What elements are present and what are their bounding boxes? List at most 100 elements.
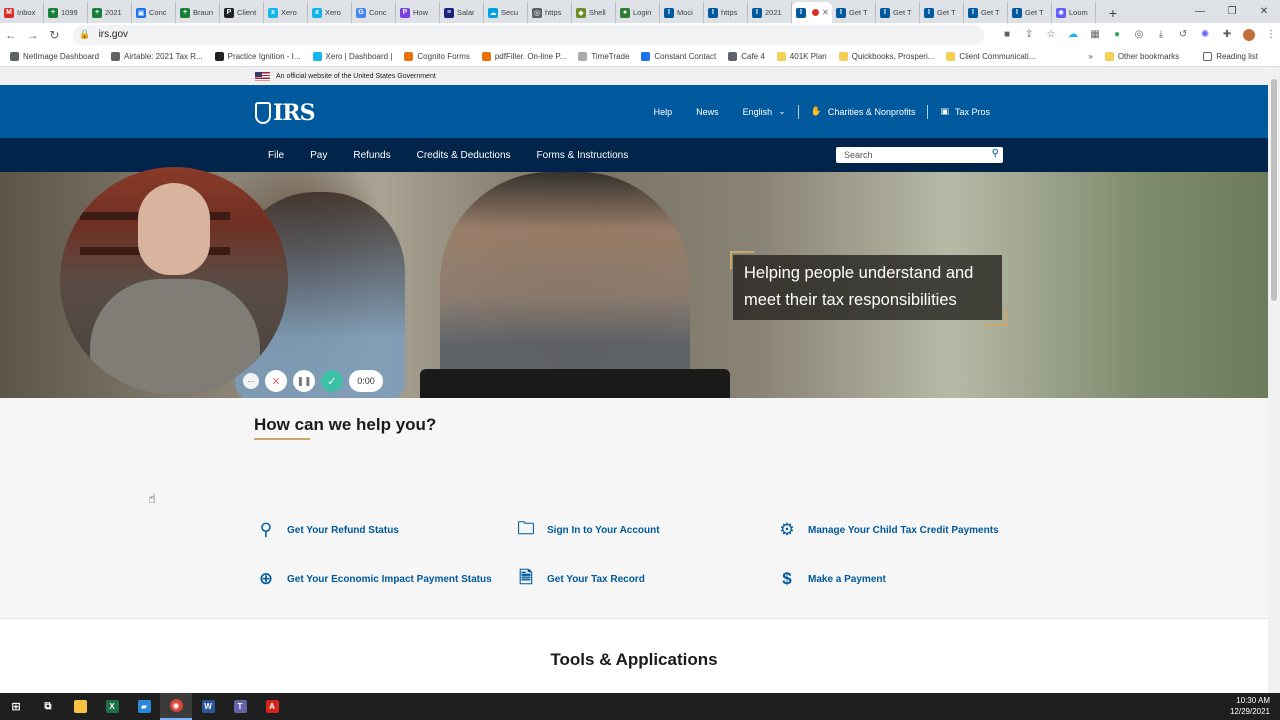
nav-item[interactable]: Refunds <box>340 150 403 161</box>
browser-tab[interactable]: I Get T <box>876 2 920 23</box>
webcam-bubble[interactable] <box>60 167 288 395</box>
close-tab-icon[interactable]: ✕ <box>822 8 829 17</box>
help-link[interactable]: $ Make a Payment <box>776 568 886 590</box>
browser-tab[interactable]: ● Login <box>616 2 660 23</box>
browser-tab[interactable]: Ihttps <box>704 2 748 23</box>
bookmark-item[interactable]: Client Communicati... <box>946 51 1035 61</box>
file-explorer-icon[interactable] <box>64 693 96 720</box>
handshake-icon: ✋ <box>810 106 822 116</box>
help-link[interactable]: 🗎 Get Your Tax Record <box>515 568 645 590</box>
browser-tab[interactable]: +2021 <box>88 2 132 23</box>
browser-tab[interactable]: ☁ Secu <box>484 2 528 23</box>
bookmark-item[interactable]: Quickbooks, Prosperi... <box>838 51 934 61</box>
bookmark-item[interactable]: NetImage Dashboard <box>10 51 99 61</box>
loom-extension-icon[interactable]: ✺ <box>1196 26 1214 44</box>
nav-item[interactable]: Credits & Deductions <box>404 150 524 161</box>
bookmark-item[interactable]: pdfFiller. On-line P... <box>481 51 566 61</box>
browser-tab[interactable]: I Moci <box>660 2 704 23</box>
help-link[interactable]: ⊕ Get Your Economic Impact Payment Status <box>255 568 492 590</box>
start-button[interactable]: ⊞ <box>0 693 32 720</box>
chrome-icon[interactable]: ◉ <box>160 693 192 720</box>
extension-icon[interactable]: ▦ <box>1086 26 1104 44</box>
browser-tab[interactable]: I Get T <box>920 2 964 23</box>
browser-tab[interactable]: + Braun <box>176 2 220 23</box>
bookmark-item[interactable]: TimeTrade <box>578 51 629 61</box>
more-options-icon[interactable]: ··· <box>243 373 259 389</box>
reload-icon[interactable]: ↻ <box>44 24 66 46</box>
page-scrollbar[interactable] <box>1268 67 1280 693</box>
lock-icon[interactable]: 🔒 <box>79 29 90 40</box>
kebab-menu-icon[interactable]: ⋮ <box>1262 26 1280 44</box>
address-bar[interactable]: 🔒 irs.gov <box>73 24 985 45</box>
chat-extension-icon[interactable]: ● <box>1108 26 1126 44</box>
cloud-extension-icon[interactable]: ☁ <box>1064 26 1082 44</box>
acrobat-icon[interactable]: A <box>256 693 288 720</box>
star-icon[interactable]: ☆ <box>1042 26 1060 44</box>
help-link[interactable]: ⚲ Get Your Refund Status <box>255 519 399 541</box>
download-icon[interactable]: ⤓ <box>1152 26 1170 44</box>
browser-tab[interactable]: I Get T <box>832 2 876 23</box>
browser-tab[interactable]: ◆ Shell <box>572 2 616 23</box>
browser-tab[interactable]: P How <box>396 2 440 23</box>
teams-icon[interactable]: T <box>224 693 256 720</box>
pause-recording-button[interactable]: ❚❚ <box>293 370 315 392</box>
irs-logo[interactable]: IRS <box>255 100 315 126</box>
browser-tab[interactable]: x Xero <box>264 2 308 23</box>
puzzle-icon[interactable]: ✚ <box>1218 26 1236 44</box>
profile-avatar[interactable] <box>1240 26 1258 44</box>
browser-tab[interactable]: G Conc <box>352 2 396 23</box>
lens-extension-icon[interactable]: ◎ <box>1130 26 1148 44</box>
bookmark-item[interactable]: Cafe 4 <box>728 51 765 61</box>
cancel-recording-button[interactable]: ✕ <box>265 370 287 392</box>
finish-recording-button[interactable]: ✓ <box>321 370 343 392</box>
help-link[interactable]: ⚙ Manage Your Child Tax Credit Payments <box>776 519 998 541</box>
bookmark-item[interactable]: Practice Ignition - I... <box>214 51 301 61</box>
news-link[interactable]: News <box>684 107 731 117</box>
browser-tab[interactable]: P Client <box>220 2 264 23</box>
help-link[interactable]: 🗀 Sign In to Your Account <box>515 519 660 541</box>
task-view-button[interactable]: ⧉ <box>32 693 64 720</box>
help-link[interactable]: Help <box>642 107 685 117</box>
browser-tab[interactable]: +1099 <box>44 2 88 23</box>
bookmark-item[interactable]: Xero | Dashboard | <box>312 51 392 61</box>
close-window-icon[interactable]: ✕ <box>1248 0 1280 23</box>
browser-tab[interactable]: I ✕ <box>792 2 832 23</box>
excel-icon[interactable]: X <box>96 693 128 720</box>
tax-pros-link[interactable]: ▣ Tax Pros <box>928 106 1002 117</box>
browser-tab[interactable]: I Get T <box>1008 2 1052 23</box>
browser-tab[interactable]: I 2021 <box>748 2 792 23</box>
camera-icon[interactable]: ■ <box>998 26 1016 44</box>
search-icon[interactable]: ⚲ <box>992 148 999 159</box>
minimize-icon[interactable]: — <box>1184 0 1216 23</box>
bookmarks-overflow-icon[interactable]: » <box>1088 52 1092 61</box>
remote-desktop-icon[interactable]: ▰ <box>128 693 160 720</box>
language-select[interactable]: English ⌄ <box>731 106 798 117</box>
back-icon[interactable]: ← <box>0 24 22 46</box>
new-tab-button[interactable]: + <box>1102 2 1124 23</box>
browser-tab[interactable]: ▣ Conc <box>132 2 176 23</box>
bookmark-item[interactable]: 401K Plan <box>776 51 827 61</box>
browser-tab[interactable]: x Xero <box>308 2 352 23</box>
loop-extension-icon[interactable]: ↺ <box>1174 26 1192 44</box>
browser-tab[interactable]: ✺ Loom <box>1052 2 1096 23</box>
bookmark-item[interactable]: Cognito Forms <box>404 51 470 61</box>
browser-tab[interactable]: ◎ https <box>528 2 572 23</box>
nav-item[interactable]: Forms & Instructions <box>524 150 642 161</box>
nav-item[interactable]: Pay <box>297 150 340 161</box>
scrollbar-thumb[interactable] <box>1271 79 1277 301</box>
system-clock[interactable]: 10:30 AM 12/29/2021 <box>1230 695 1270 717</box>
restore-icon[interactable]: ❐ <box>1216 0 1248 23</box>
share-icon[interactable]: ⇪ <box>1020 26 1038 44</box>
nav-item[interactable]: File <box>255 150 297 161</box>
word-icon[interactable]: W <box>192 693 224 720</box>
other-bookmarks[interactable]: Other bookmarks <box>1104 51 1179 61</box>
bookmark-item[interactable]: Airtable: 2021 Tax R... <box>111 51 203 61</box>
forward-icon[interactable]: → <box>22 24 44 46</box>
search-input[interactable]: Search ⚲ <box>836 147 1003 163</box>
bookmark-item[interactable]: Constant Contact <box>641 51 716 61</box>
browser-tab[interactable]: M Inbox <box>0 2 44 23</box>
browser-tab[interactable]: ≡ Salar <box>440 2 484 23</box>
reading-list[interactable]: Reading list <box>1203 51 1258 61</box>
browser-tab[interactable]: I Get T <box>964 2 1008 23</box>
charities-link[interactable]: ✋ Charities & Nonprofits <box>799 106 928 117</box>
